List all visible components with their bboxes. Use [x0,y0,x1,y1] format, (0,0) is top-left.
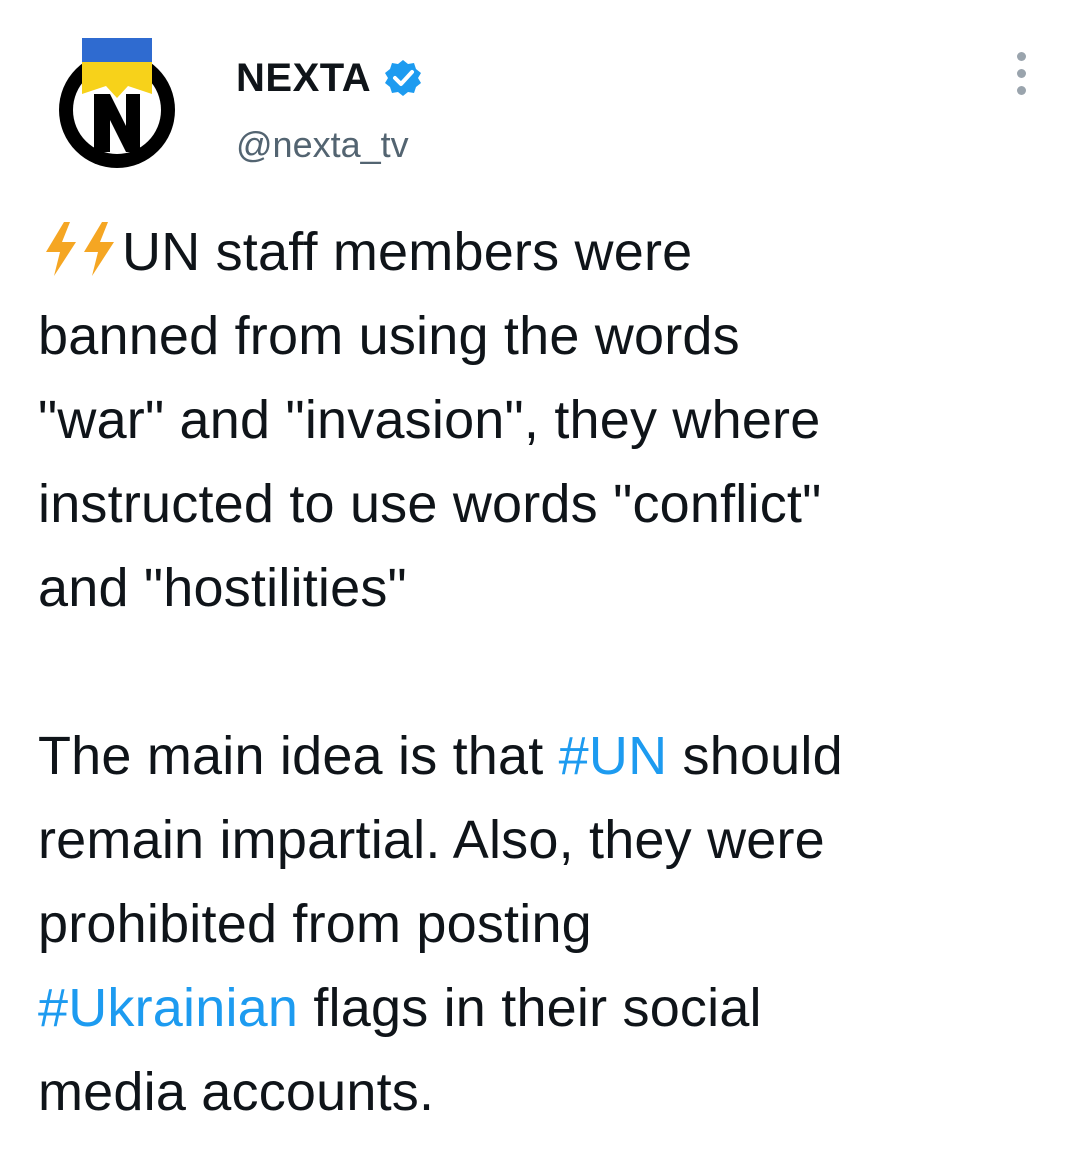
author-info: NEXTA @nexta_tv [236,52,423,166]
tweet-card: NEXTA @nexta_tv UN staff members were ba… [0,0,1080,1166]
tweet-line-text: should [667,726,843,786]
tweet-line-text: flags in their social [298,978,762,1038]
tweet-line: instructed to use words "conflict" [38,474,822,534]
hashtag-ukrainian-link[interactable]: #Ukrainian [38,978,298,1038]
more-dot [1016,69,1026,78]
tweet-line-text: UN staff members were [122,222,693,282]
tweet-line: The main idea is that #UN should [38,714,1058,798]
tweet-line: prohibited from posting [38,894,592,954]
hashtag-un-link[interactable]: #UN [559,726,668,786]
tweet-line: "war" and "invasion", they where [38,390,821,450]
more-options-button[interactable] [1000,52,1042,104]
display-name[interactable]: NEXTA [236,56,371,101]
tweet-line: #Ukrainian flags in their social [38,966,1058,1050]
verified-badge-icon [383,58,423,98]
tweet-line: and "hostilities" [38,558,407,618]
avatar[interactable] [56,38,178,172]
tweet-line: media accounts. [38,1062,435,1122]
user-handle[interactable]: @nexta_tv [236,124,423,166]
nexta-logo-icon [59,38,175,168]
tweet-line: UN staff members were [38,210,1058,294]
tweet-line: banned from using the words [38,306,740,366]
name-row: NEXTA [236,52,423,104]
more-dot [1016,86,1026,95]
tweet-text: UN staff members were banned from using … [38,210,1058,1134]
more-vertical-icon [1016,52,1026,61]
lightning-bolt-icon [46,222,114,276]
tweet-line: remain impartial. Also, they were [38,810,825,870]
tweet-line-text: The main idea is that [38,726,559,786]
